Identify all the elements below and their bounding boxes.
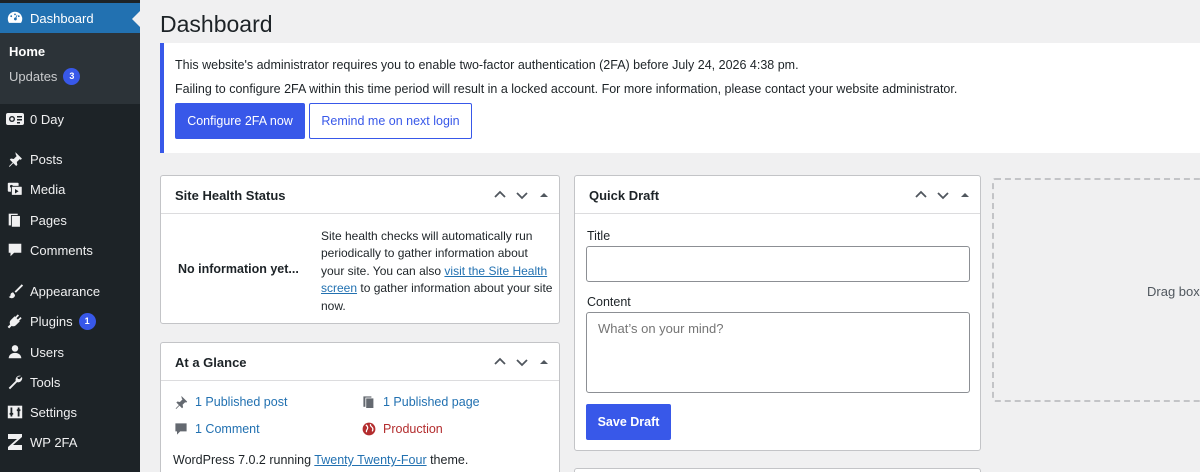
running-text-after: theme. [426,453,469,467]
menu-item-comments[interactable]: Comments [0,235,140,265]
collapse-toggle-icon[interactable] [956,186,974,204]
menu-label-comments: Comments [30,242,93,258]
move-up-icon[interactable] [912,186,930,204]
brush-icon [5,281,25,301]
media-icon [5,179,25,199]
globe-icon [361,421,377,437]
pin-icon [5,149,25,169]
settings-icon [5,402,25,422]
menu-item-users[interactable]: Users [0,337,140,367]
move-down-icon[interactable] [513,186,531,204]
menu-item-posts[interactable]: Posts [0,144,140,174]
pin-icon [173,394,189,410]
glance-environment: Production [361,421,443,437]
notice-warning-text: Failing to configure 2FA within this tim… [175,82,958,96]
updates-count-badge: 3 [63,68,81,85]
site-health-empty-text: No information yet... [178,262,299,276]
draft-content-textarea[interactable] [586,312,970,393]
dashboard-icon [5,8,25,28]
menu-label-posts: Posts [30,151,63,167]
environment-label: Production [383,422,443,436]
site-health-header: Site Health Status [161,176,559,214]
title-field-label: Title [587,229,611,243]
pages-icon [5,210,25,230]
at-a-glance-handle-actions [491,353,553,371]
quick-draft-handle-actions [912,186,974,204]
glance-comments-link[interactable]: 1 Comment [195,422,260,436]
menu-label-0-day: 0 Day [30,111,64,127]
quick-draft-title: Quick Draft [589,188,660,203]
collapse-toggle-icon[interactable] [535,186,553,204]
menu-item-wp-2fa[interactable]: WP 2FA [0,427,140,457]
menu-item-pages[interactable]: Pages [0,205,140,235]
at-a-glance-title: At a Glance [175,355,247,370]
site-health-widget: Site Health Status No information yet...… [160,175,560,324]
submenu-updates-label: Updates [9,69,58,84]
glance-pages[interactable]: 1 Published page [361,394,480,410]
submenu-home[interactable]: Home [9,44,45,59]
next-widget [574,468,981,472]
move-down-icon[interactable] [934,186,952,204]
wordpress-version-text: WordPress 7.0.2 running Twenty Twenty-Fo… [173,453,468,467]
collapse-toggle-icon[interactable] [535,353,553,371]
site-health-handle-actions [491,186,553,204]
move-up-icon[interactable] [491,353,509,371]
move-up-icon[interactable] [491,186,509,204]
menu-item-appearance[interactable]: Appearance [0,276,140,306]
menu-label-media: Media [30,181,66,197]
menu-label-appearance: Appearance [30,283,101,299]
dashboard-submenu: Home Updates 3 [0,33,140,104]
theme-link[interactable]: Twenty Twenty-Four [314,453,426,467]
wrench-icon [5,372,25,392]
site-health-description: Site health checks will automatically ru… [321,228,553,315]
menu-label-pages: Pages [30,212,67,228]
menu-item-plugins[interactable]: Plugins 1 [0,306,140,336]
glance-posts[interactable]: 1 Published post [173,394,287,410]
pages-icon [361,394,377,410]
menu-item-0-day[interactable]: 0 Day [0,104,140,134]
widget-drop-zone[interactable]: Drag boxes here [992,178,1200,402]
at-a-glance-header: At a Glance [161,343,559,381]
menu-label-wp-2fa: WP 2FA [30,434,78,450]
menu-item-dashboard[interactable]: Dashboard [0,3,140,33]
admin-sidebar: Dashboard Home Updates 3 0 Day Posts Med… [0,0,140,472]
content-field-label: Content [587,295,631,309]
2fa-notice: This website's administrator requires yo… [160,43,1200,153]
site-health-title: Site Health Status [175,188,286,203]
quick-draft-header: Quick Draft [575,176,980,214]
configure-2fa-button[interactable]: Configure 2FA now [175,103,305,139]
plugins-count-badge: 1 [78,312,96,330]
menu-label-dashboard: Dashboard [30,10,94,26]
0-day-icon [5,109,25,129]
glance-comments[interactable]: 1 Comment [173,421,260,437]
current-indicator [132,11,140,27]
menu-label-plugins: Plugins [30,313,73,329]
user-icon [5,342,25,362]
comment-icon [5,240,25,260]
menu-item-settings[interactable]: Settings [0,397,140,427]
menu-label-users: Users [30,344,64,360]
menu-item-media[interactable]: Media [0,174,140,204]
remind-me-button[interactable]: Remind me on next login [309,103,472,139]
save-draft-button[interactable]: Save Draft [586,404,671,440]
running-text-before: WordPress 7.0.2 running [173,453,315,467]
menu-label-tools: Tools [30,374,61,390]
glance-posts-link[interactable]: 1 Published post [195,395,287,409]
notice-deadline-text: This website's administrator requires yo… [175,58,799,72]
submenu-updates[interactable]: Updates 3 [9,68,81,85]
plugin-icon [5,311,25,331]
at-a-glance-widget: At a Glance 1 Published post 1 Published… [160,342,560,472]
drop-zone-text: Drag boxes here [1147,284,1200,299]
draft-title-input[interactable] [586,246,970,282]
comment-icon [173,421,189,437]
quick-draft-widget: Quick Draft Title Content Save Draft [574,175,981,451]
menu-label-settings: Settings [30,404,77,420]
move-down-icon[interactable] [513,353,531,371]
menu-item-tools[interactable]: Tools [0,367,140,397]
wp2fa-icon [5,432,25,452]
page-title: Dashboard [160,11,273,37]
glance-pages-link[interactable]: 1 Published page [383,395,480,409]
